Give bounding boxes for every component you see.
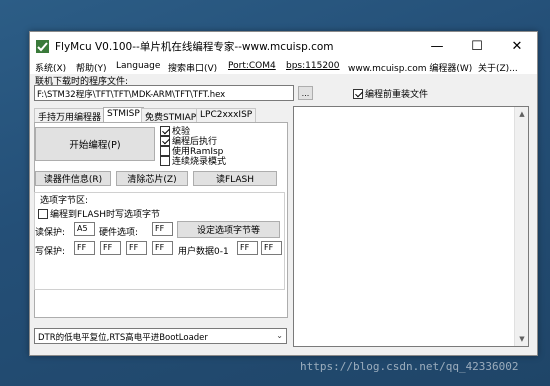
user-data-field-0[interactable]: FF bbox=[237, 241, 258, 255]
erase-chip-button[interactable]: 清除芯片(Z) bbox=[116, 171, 188, 186]
menu-help[interactable]: 帮助(Y) bbox=[76, 61, 107, 74]
tab-stmiap[interactable]: 免费STMIAP bbox=[141, 108, 201, 123]
write-option-checkbox-box[interactable] bbox=[38, 208, 48, 219]
write-protect-label: 写保护: bbox=[35, 247, 66, 257]
hw-option-label: 硬件选项: bbox=[99, 228, 139, 238]
user-data-label: 用户数据0-1 bbox=[178, 247, 229, 257]
continuous-label: 连续烧录模式 bbox=[172, 157, 227, 167]
log-scrollbar[interactable]: ▲ ▼ bbox=[514, 107, 528, 346]
title-bar[interactable]: FlyMcu V0.100--单片机在线编程专家--www.mcuisp.com… bbox=[30, 32, 537, 60]
tab-lpc2xxx[interactable]: LPC2xxxISP bbox=[196, 108, 257, 122]
write-option-label: 编程到FLASH时写选项字节 bbox=[50, 210, 161, 220]
menu-port[interactable]: Port:COM4 bbox=[228, 61, 276, 71]
reload-checkbox[interactable]: 编程前重装文件 bbox=[353, 87, 428, 100]
scroll-up-icon[interactable]: ▲ bbox=[515, 107, 529, 121]
menu-bar: 系统(X) 帮助(Y) Language 搜索串口(V) Port:COM4 b… bbox=[30, 60, 537, 74]
scroll-down-icon[interactable]: ▼ bbox=[515, 332, 529, 346]
reload-checkbox-box[interactable] bbox=[353, 88, 363, 99]
menu-programmer[interactable]: www.mcuisp.com 编程器(W) bbox=[348, 61, 472, 74]
tab-handheld[interactable]: 手持万用编程器 bbox=[34, 108, 106, 123]
write-protect-field-0[interactable]: FF bbox=[74, 241, 95, 255]
read-protect-label: 读保护: bbox=[35, 228, 66, 238]
menu-search-port[interactable]: 搜索串口(V) bbox=[168, 61, 217, 74]
option-bytes-label: 选项字节区: bbox=[40, 196, 89, 206]
write-option-checkbox[interactable]: 编程到FLASH时写选项字节 bbox=[38, 207, 160, 220]
menu-language[interactable]: Language bbox=[116, 61, 160, 71]
set-option-bytes-button[interactable]: 设定选项字节等 bbox=[177, 221, 280, 238]
write-protect-field-3[interactable]: FF bbox=[152, 241, 173, 255]
watermark: https://blog.csdn.net/qq_42336002 bbox=[300, 360, 519, 373]
file-path-field[interactable]: F:\STM32程序\TFT\TFT\MDK-ARM\TFT\TFT.hex bbox=[34, 85, 294, 101]
chevron-down-icon[interactable]: ⌄ bbox=[276, 331, 283, 340]
app-icon bbox=[36, 40, 49, 53]
maximize-button[interactable]: ☐ bbox=[457, 32, 497, 60]
close-button[interactable]: ✕ bbox=[497, 32, 537, 60]
menu-system[interactable]: 系统(X) bbox=[35, 61, 66, 74]
user-data-field-1[interactable]: FF bbox=[261, 241, 282, 255]
minimize-button[interactable]: — bbox=[417, 32, 457, 60]
menu-about[interactable]: 关于(Z)... bbox=[478, 61, 518, 74]
continuous-checkbox[interactable]: 连续烧录模式 bbox=[160, 154, 226, 167]
continuous-checkbox-box[interactable] bbox=[160, 155, 170, 166]
write-protect-field-1[interactable]: FF bbox=[100, 241, 121, 255]
reset-mode-value: DTR的低电平复位,RTS高电平进BootLoader bbox=[38, 333, 208, 343]
main-window: FlyMcu V0.100--单片机在线编程专家--www.mcuisp.com… bbox=[29, 31, 538, 356]
browse-button[interactable]: ... bbox=[298, 86, 313, 100]
read-flash-button[interactable]: 读FLASH bbox=[193, 171, 277, 186]
reload-checkbox-label: 编程前重装文件 bbox=[365, 90, 429, 100]
tab-stmisp[interactable]: STMISP bbox=[103, 107, 144, 123]
hw-option-field[interactable]: FF bbox=[152, 222, 173, 236]
window-title: FlyMcu V0.100--单片机在线编程专家--www.mcuisp.com bbox=[55, 41, 334, 53]
program-options: 校验 编程后执行 使用RamIsp 连续烧录模式 bbox=[159, 124, 280, 167]
menu-baudrate[interactable]: bps:115200 bbox=[286, 61, 340, 71]
read-protect-field[interactable]: A5 bbox=[74, 222, 95, 236]
log-output[interactable]: ▲ ▼ bbox=[293, 106, 529, 347]
start-program-button[interactable]: 开始编程(P) bbox=[35, 127, 155, 161]
read-info-button[interactable]: 读器件信息(R) bbox=[35, 171, 111, 186]
write-protect-field-2[interactable]: FF bbox=[126, 241, 147, 255]
reset-mode-select[interactable]: DTR的低电平复位,RTS高电平进BootLoader ⌄ bbox=[34, 328, 287, 344]
